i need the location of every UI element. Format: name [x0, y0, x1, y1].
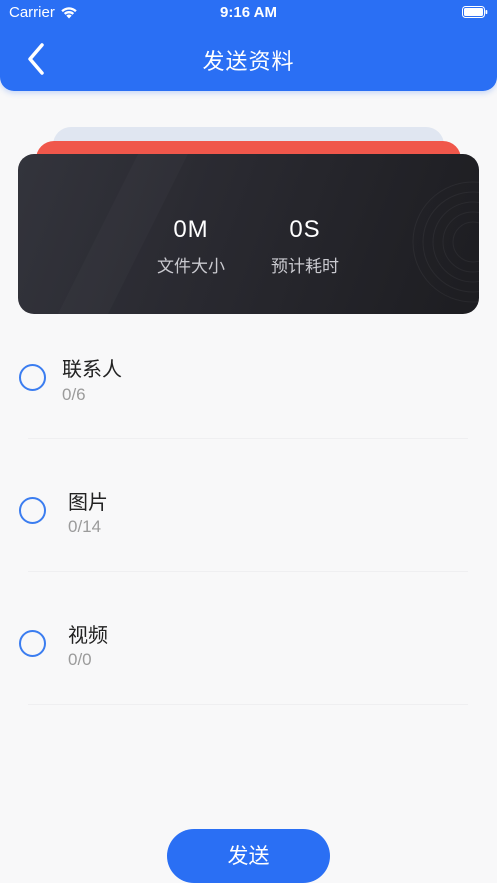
radio-button[interactable]: [19, 364, 46, 391]
header: Carrier 9:16 AM 发送资料: [0, 0, 497, 91]
divider: [28, 571, 468, 572]
eta-value: 0S: [289, 216, 321, 243]
file-size-value: 0M: [173, 216, 209, 243]
item-label: 图片: [68, 490, 108, 514]
send-button[interactable]: 发送: [167, 829, 330, 883]
list-item-videos[interactable]: 视频 0/0: [0, 578, 497, 711]
divider: [28, 438, 468, 439]
item-count: 0/14: [68, 517, 102, 536]
summary-card: 0M 文件大小 0S 预计耗时: [18, 154, 479, 314]
divider: [28, 704, 468, 705]
list-item-contacts[interactable]: 联系人 0/6: [0, 312, 497, 445]
radio-button[interactable]: [19, 630, 46, 657]
item-label: 视频: [68, 623, 108, 647]
eta-stat: 0S 预计耗时: [245, 216, 365, 277]
radio-button[interactable]: [19, 497, 46, 524]
file-size-label: 文件大小: [157, 257, 225, 277]
file-size-stat: 0M 文件大小: [131, 216, 251, 277]
item-count: 0/0: [68, 650, 92, 669]
item-label: 联系人: [62, 357, 122, 381]
item-count: 0/6: [62, 385, 86, 404]
status-time: 9:16 AM: [220, 4, 277, 21]
eta-label: 预计耗时: [271, 257, 339, 277]
status-bar: Carrier 9:16 AM: [0, 0, 497, 26]
page-title: 发送资料: [202, 50, 295, 75]
list-item-images[interactable]: 图片 0/14: [0, 445, 497, 578]
nav-bar: 发送资料: [0, 38, 497, 82]
battery-icon: [462, 6, 488, 18]
